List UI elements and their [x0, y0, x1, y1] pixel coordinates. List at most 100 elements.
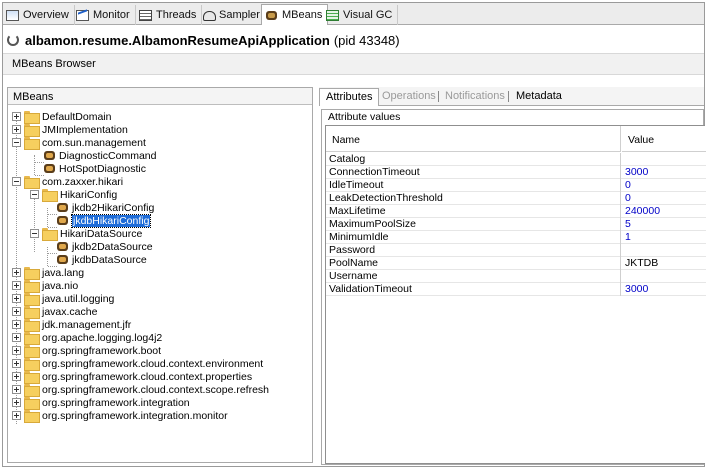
tree-node-org-sf-cloud-context-scope-refresh[interactable]: org.springframework.cloud.context.scope.… — [12, 383, 269, 397]
attribute-value[interactable]: 240000 — [622, 205, 706, 218]
tree-guide-line — [34, 155, 35, 175]
tree-node-diagnostic-command[interactable]: DiagnosticCommand — [44, 149, 156, 162]
tree-node-com-zaxxer-hikari[interactable]: com.zaxxer.hikari — [12, 175, 123, 189]
expand-icon[interactable] — [12, 346, 21, 355]
tree-node-org-sf-integration[interactable]: org.springframework.integration — [12, 396, 190, 410]
attribute-value[interactable]: 3000 — [622, 166, 706, 179]
mbean-icon — [57, 202, 69, 213]
tab-overview-label: Overview — [23, 9, 69, 21]
table-row[interactable]: ValidationTimeout 3000 — [326, 283, 706, 296]
attribute-value[interactable]: 0 — [622, 179, 706, 192]
tree-node-com-sun-management[interactable]: com.sun.management — [12, 136, 146, 150]
folder-icon — [24, 176, 40, 189]
expand-icon[interactable] — [12, 359, 21, 368]
subheader-title: MBeans Browser — [12, 58, 96, 70]
table-row[interactable]: IdleTimeout 0 — [326, 179, 706, 192]
expand-icon[interactable] — [12, 333, 21, 342]
attribute-value[interactable]: 3000 — [622, 283, 706, 296]
tree-node-hikari-config[interactable]: HikariConfig — [30, 188, 118, 202]
attribute-value[interactable]: 1 — [622, 231, 706, 244]
mbeans-icon — [265, 10, 278, 21]
expand-icon[interactable] — [12, 112, 21, 121]
tree-node-jdk-management-jfr[interactable]: jdk.management.jfr — [12, 318, 132, 332]
tree-node-org-springframework-boot[interactable]: org.springframework.boot — [12, 344, 161, 358]
tree-node-label: HikariConfig — [60, 188, 118, 201]
tree-node-java-lang[interactable]: java.lang — [12, 266, 85, 280]
tree-node-default-domain[interactable]: DefaultDomain — [12, 110, 111, 124]
tree-node-org-sf-cloud-context-properties[interactable]: org.springframework.cloud.context.proper… — [12, 370, 252, 384]
expand-icon[interactable] — [12, 385, 21, 394]
expand-icon[interactable] — [12, 411, 21, 420]
tree-node-label: JMImplementation — [42, 123, 128, 136]
tree-node-hikari-data-source[interactable]: HikariDataSource — [30, 227, 142, 241]
tree-node-javax-cache[interactable]: javax.cache — [12, 305, 97, 319]
table-row[interactable]: MinimumIdle 1 — [326, 231, 706, 244]
expand-icon[interactable] — [12, 281, 21, 290]
expand-icon[interactable] — [12, 372, 21, 381]
collapse-icon[interactable] — [12, 177, 21, 186]
tree-node-label: com.sun.management — [42, 136, 146, 149]
tree-node-label: jdk.management.jfr — [42, 318, 132, 331]
tree-node-org-sf-integration-monitor[interactable]: org.springframework.integration.monitor — [12, 409, 228, 423]
loading-spinner-icon — [7, 34, 19, 46]
table-row[interactable]: LeakDetectionThreshold 0 — [326, 192, 706, 205]
attribute-value[interactable]: 0 — [622, 192, 706, 205]
expand-icon[interactable] — [12, 398, 21, 407]
tab-monitor[interactable]: Monitor — [73, 5, 136, 25]
table-row[interactable]: Password — [326, 244, 706, 257]
tree-node-jmimplementation[interactable]: JMImplementation — [12, 123, 128, 137]
expand-icon[interactable] — [12, 125, 21, 134]
table-row[interactable]: PoolName JKTDB — [326, 257, 706, 270]
folder-icon — [24, 137, 40, 150]
tree-node-label: org.springframework.integration — [42, 396, 190, 409]
table-row[interactable]: MaxLifetime 240000 — [326, 205, 706, 218]
attribute-value[interactable] — [622, 270, 706, 283]
tree-node-org-apache-logging-log4j2[interactable]: org.apache.logging.log4j2 — [12, 331, 162, 345]
subheader-bar: MBeans Browser — [3, 53, 704, 75]
folder-icon — [24, 332, 40, 345]
table-row[interactable]: MaximumPoolSize 5 — [326, 218, 706, 231]
tab-metadata[interactable]: Metadata — [516, 90, 562, 105]
tree-node-label: java.lang — [42, 266, 85, 279]
tab-mbeans[interactable]: MBeans — [261, 4, 329, 25]
attribute-value[interactable]: JKTDB — [622, 257, 706, 270]
column-header-name-label: Name — [332, 134, 361, 146]
expand-icon[interactable] — [12, 294, 21, 303]
expand-icon[interactable] — [12, 320, 21, 329]
collapse-icon[interactable] — [30, 229, 39, 238]
tree-node-label: HotSpotDiagnostic — [59, 162, 146, 175]
attributes-table: Name Value Catalog ConnectionTimeout 300… — [325, 125, 706, 464]
column-header-name[interactable]: Name — [326, 126, 621, 152]
tab-attributes[interactable]: Attributes — [319, 88, 380, 106]
tab-notifications[interactable]: Notifications — [445, 90, 505, 105]
tree-node-hotspot-diagnostic[interactable]: HotSpotDiagnostic — [44, 162, 146, 175]
tree-node-jkdb-data-source[interactable]: jkdbDataSource — [57, 253, 147, 266]
attribute-value[interactable] — [622, 153, 706, 166]
mbean-icon — [57, 215, 69, 226]
collapse-icon[interactable] — [30, 190, 39, 199]
tree-node-jkdb-hikari-config[interactable]: jkdbHikariConfig — [57, 213, 152, 228]
attribute-value[interactable]: 5 — [622, 218, 706, 231]
tree-node-org-sf-cloud-context-environment[interactable]: org.springframework.cloud.context.enviro… — [12, 357, 263, 371]
expand-icon[interactable] — [12, 307, 21, 316]
tab-operations[interactable]: Operations — [382, 90, 436, 105]
table-row[interactable]: ConnectionTimeout 3000 — [326, 166, 706, 179]
tab-threads[interactable]: Threads — [136, 5, 203, 25]
tree-node-java-nio[interactable]: java.nio — [12, 279, 78, 293]
collapse-icon[interactable] — [12, 138, 21, 147]
attribute-name: Password — [326, 244, 621, 257]
tab-sampler[interactable]: Sampler — [199, 5, 266, 25]
table-row[interactable]: Catalog — [326, 153, 706, 166]
tab-visual-gc[interactable]: Visual GC — [323, 5, 399, 25]
tree-node-java-util-logging[interactable]: java.util.logging — [12, 292, 114, 306]
tree-node-jkdb2-hikari-config[interactable]: jkdb2HikariConfig — [57, 201, 154, 214]
attribute-name: ConnectionTimeout — [326, 166, 621, 179]
tab-overview[interactable]: Overview — [3, 5, 75, 25]
tree-node-jkdb2-data-source[interactable]: jkdb2DataSource — [57, 240, 153, 253]
expand-icon[interactable] — [12, 268, 21, 277]
folder-icon — [24, 280, 40, 293]
table-row[interactable]: Username — [326, 270, 706, 283]
attribute-value[interactable] — [622, 244, 706, 257]
tree-node-label-selected: jkdbHikariConfig — [70, 213, 152, 228]
column-header-value[interactable]: Value — [622, 126, 706, 152]
